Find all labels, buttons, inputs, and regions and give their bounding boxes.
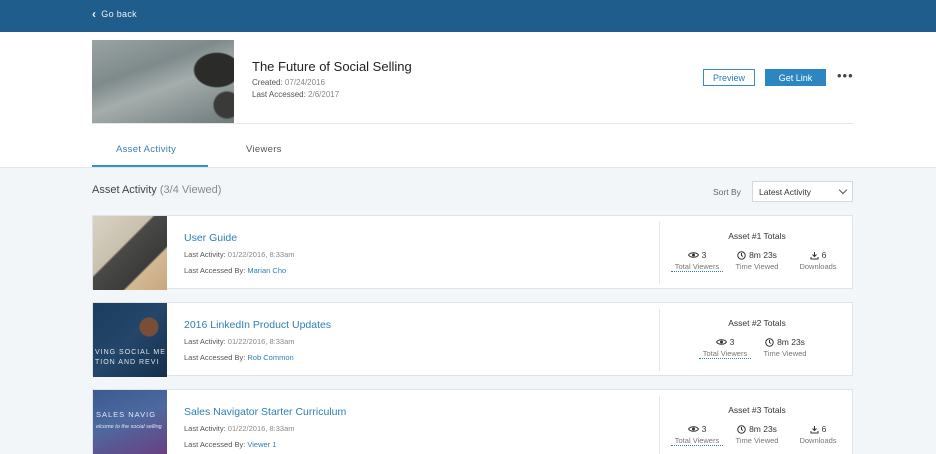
asset-card-title[interactable]: User Guide bbox=[184, 232, 237, 244]
asset-card: User Guide Last Activity: 01/22/2016, 8:… bbox=[92, 215, 853, 290]
clock-icon bbox=[737, 424, 746, 434]
asset-totals-title: Asset #1 Totals bbox=[728, 231, 786, 241]
asset-last-accessed: Last Accessed: 2/6/2017 bbox=[252, 90, 340, 99]
asset-thumbnail: VING SOCIAL ME TION AND REVI bbox=[93, 303, 167, 377]
downloads-stat: 6 Downloads bbox=[799, 424, 837, 445]
asset-created: Created: 07/24/2016 bbox=[252, 78, 325, 87]
total-viewers-stat: 3 Total Viewers bbox=[671, 250, 723, 272]
clock-icon bbox=[765, 337, 774, 347]
last-activity: Last Activity: 01/22/2016, 8:33am bbox=[184, 250, 295, 259]
last-activity: Last Activity: 01/22/2016, 8:33am bbox=[184, 337, 295, 346]
total-viewers-link[interactable]: Total Viewers bbox=[671, 436, 723, 446]
time-viewed-stat: 8m 23s Time Viewed bbox=[735, 424, 779, 445]
more-options-icon[interactable]: ••• bbox=[837, 69, 854, 82]
asset-card-title[interactable]: Sales Navigator Starter Curriculum bbox=[184, 406, 346, 418]
chevron-down-icon bbox=[838, 185, 848, 195]
total-viewers-link[interactable]: Total Viewers bbox=[671, 262, 723, 272]
sort-by-label: Sort By bbox=[713, 187, 741, 197]
download-icon bbox=[810, 251, 819, 260]
time-viewed-stat: 8m 23s Time Viewed bbox=[763, 337, 807, 358]
asset-header: The Future of Social Selling Created: 07… bbox=[0, 32, 936, 168]
last-accessed-by: Last Accessed By: Rob Common bbox=[184, 353, 294, 362]
total-viewers-link[interactable]: Total Viewers bbox=[699, 349, 751, 359]
last-accessed-by: Last Accessed By: Marian Cho bbox=[184, 266, 287, 275]
total-viewers-stat: 3 Total Viewers bbox=[699, 337, 751, 359]
eye-icon bbox=[687, 425, 699, 433]
last-activity: Last Activity: 01/22/2016, 8:33am bbox=[184, 424, 295, 433]
get-link-button[interactable]: Get Link bbox=[765, 69, 826, 86]
tab-asset-activity[interactable]: Asset Activity bbox=[116, 144, 176, 155]
asset-thumbnail bbox=[93, 216, 167, 290]
preview-button[interactable]: Preview bbox=[703, 69, 755, 86]
asset-card: SALES NAVIG elcome to the social selling… bbox=[92, 389, 853, 454]
eye-icon bbox=[687, 251, 699, 259]
section-title: Asset Activity (3/4 Viewed) bbox=[92, 184, 222, 196]
download-icon bbox=[810, 425, 819, 434]
sort-by-select[interactable]: Latest Activity bbox=[752, 181, 853, 202]
chevron-left-icon: ‹ bbox=[92, 6, 97, 21]
last-accessed-by: Last Accessed By: Viewer 1 bbox=[184, 440, 277, 449]
clock-icon bbox=[737, 250, 746, 260]
asset-totals-title: Asset #2 Totals bbox=[728, 318, 786, 328]
asset-card-title[interactable]: 2016 LinkedIn Product Updates bbox=[184, 319, 331, 331]
asset-card: VING SOCIAL ME TION AND REVI 2016 Linked… bbox=[92, 302, 853, 377]
eye-icon bbox=[715, 338, 727, 346]
asset-totals-title: Asset #3 Totals bbox=[728, 405, 786, 415]
go-back-label: Go back bbox=[101, 9, 137, 19]
downloads-stat: 6 Downloads bbox=[799, 250, 837, 271]
go-back-link[interactable]: ‹ Go back bbox=[92, 6, 137, 21]
total-viewers-stat: 3 Total Viewers bbox=[671, 424, 723, 446]
header-divider bbox=[92, 123, 854, 124]
tab-viewers[interactable]: Viewers bbox=[246, 144, 282, 155]
top-bar: ‹ Go back bbox=[0, 0, 936, 32]
active-tab-indicator bbox=[92, 165, 208, 167]
asset-hero-image bbox=[92, 40, 234, 123]
asset-title: The Future of Social Selling bbox=[252, 59, 412, 74]
asset-thumbnail: SALES NAVIG elcome to the social selling bbox=[93, 390, 167, 454]
time-viewed-stat: 8m 23s Time Viewed bbox=[735, 250, 779, 271]
